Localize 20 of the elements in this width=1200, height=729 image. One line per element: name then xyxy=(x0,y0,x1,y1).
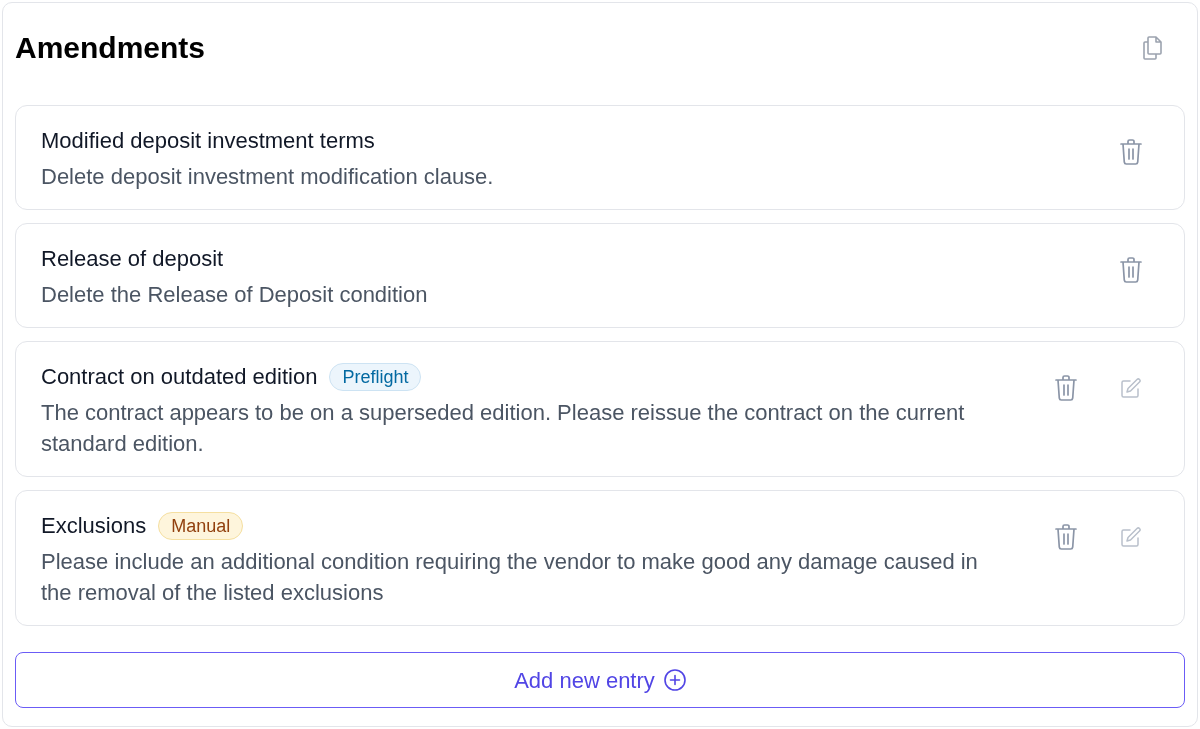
entry-description: Delete the Release of Deposit condition xyxy=(41,281,429,309)
edit-icon xyxy=(1121,378,1141,398)
entry-tag: Manual xyxy=(158,512,244,540)
entry-description: The contract appears to be on a superseded edition. Please reissue the contract on the current standard edition. xyxy=(41,399,966,458)
add-entry-button[interactable]: Add new entry xyxy=(15,652,1185,708)
trash-icon xyxy=(1120,257,1142,283)
entry-title: Exclusions xyxy=(41,512,147,540)
panel-title: Amendments xyxy=(15,32,206,63)
entry-title: Contract on outdated edition xyxy=(41,363,318,391)
trash-icon xyxy=(1055,524,1077,550)
edit-icon xyxy=(1121,527,1141,547)
entry-tag: Preflight xyxy=(329,363,422,391)
entry-description: Delete deposit investment modification clause. xyxy=(41,163,495,191)
entry-title: Modified deposit investment terms xyxy=(41,127,375,155)
copy-icon xyxy=(1143,35,1163,60)
trash-icon xyxy=(1055,375,1077,401)
trash-icon xyxy=(1120,139,1142,165)
entry-description: Please include an additional condition requiring the vendor to make good any damage caused in the removal of the listed exclusions xyxy=(41,548,979,607)
plus-circle-icon xyxy=(663,669,686,691)
entry-title: Release of deposit xyxy=(41,245,224,273)
